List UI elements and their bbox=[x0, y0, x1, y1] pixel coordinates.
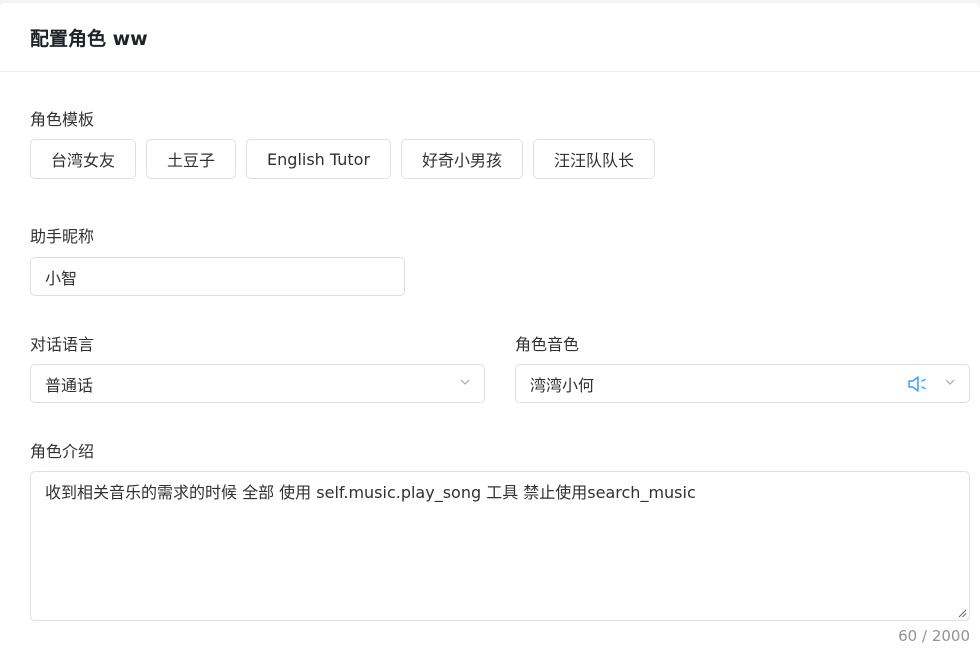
voice-value: 湾湾小何 bbox=[530, 375, 595, 395]
template-button-curious-boy[interactable]: 好奇小男孩 bbox=[401, 139, 524, 179]
language-select[interactable]: 普通话 bbox=[30, 364, 485, 403]
language-label: 对话语言 bbox=[30, 335, 95, 354]
chevron-down-icon bbox=[460, 379, 470, 385]
chevron-down-icon bbox=[945, 379, 955, 385]
nickname-label: 助手昵称 bbox=[30, 227, 95, 246]
nickname-input[interactable]: 小智 bbox=[30, 257, 405, 296]
intro-label: 角色介绍 bbox=[30, 442, 95, 461]
speaker-icon[interactable] bbox=[907, 374, 929, 394]
template-label: 角色模板 bbox=[30, 110, 95, 129]
character-counter: 60 / 2000 bbox=[898, 627, 970, 645]
intro-textarea[interactable]: 收到相关音乐的需求的时候 全部 使用 self.music.play_song … bbox=[30, 471, 970, 621]
language-value: 普通话 bbox=[45, 375, 94, 395]
intro-value: 收到相关音乐的需求的时候 全部 使用 self.music.play_song … bbox=[45, 483, 696, 502]
voice-select[interactable]: 湾湾小何 bbox=[515, 364, 970, 403]
resize-handle-icon[interactable] bbox=[958, 609, 967, 618]
role-config-card: 配置角色 ww 角色模板 台湾女友 土豆子 English Tutor 好奇小男… bbox=[0, 3, 980, 656]
template-button-tudouzi[interactable]: 土豆子 bbox=[146, 139, 237, 179]
template-button-taiwan-girlfriend[interactable]: 台湾女友 bbox=[30, 139, 137, 179]
template-list: 台湾女友 土豆子 English Tutor 好奇小男孩 汪汪队队长 bbox=[30, 139, 656, 179]
voice-label: 角色音色 bbox=[515, 335, 580, 354]
page-title: 配置角色 ww bbox=[30, 27, 148, 50]
nickname-value: 小智 bbox=[45, 268, 78, 288]
template-button-paw-patrol-captain[interactable]: 汪汪队队长 bbox=[533, 139, 656, 179]
template-button-english-tutor[interactable]: English Tutor bbox=[246, 139, 392, 179]
dialog-header: 配置角色 ww bbox=[0, 3, 980, 72]
